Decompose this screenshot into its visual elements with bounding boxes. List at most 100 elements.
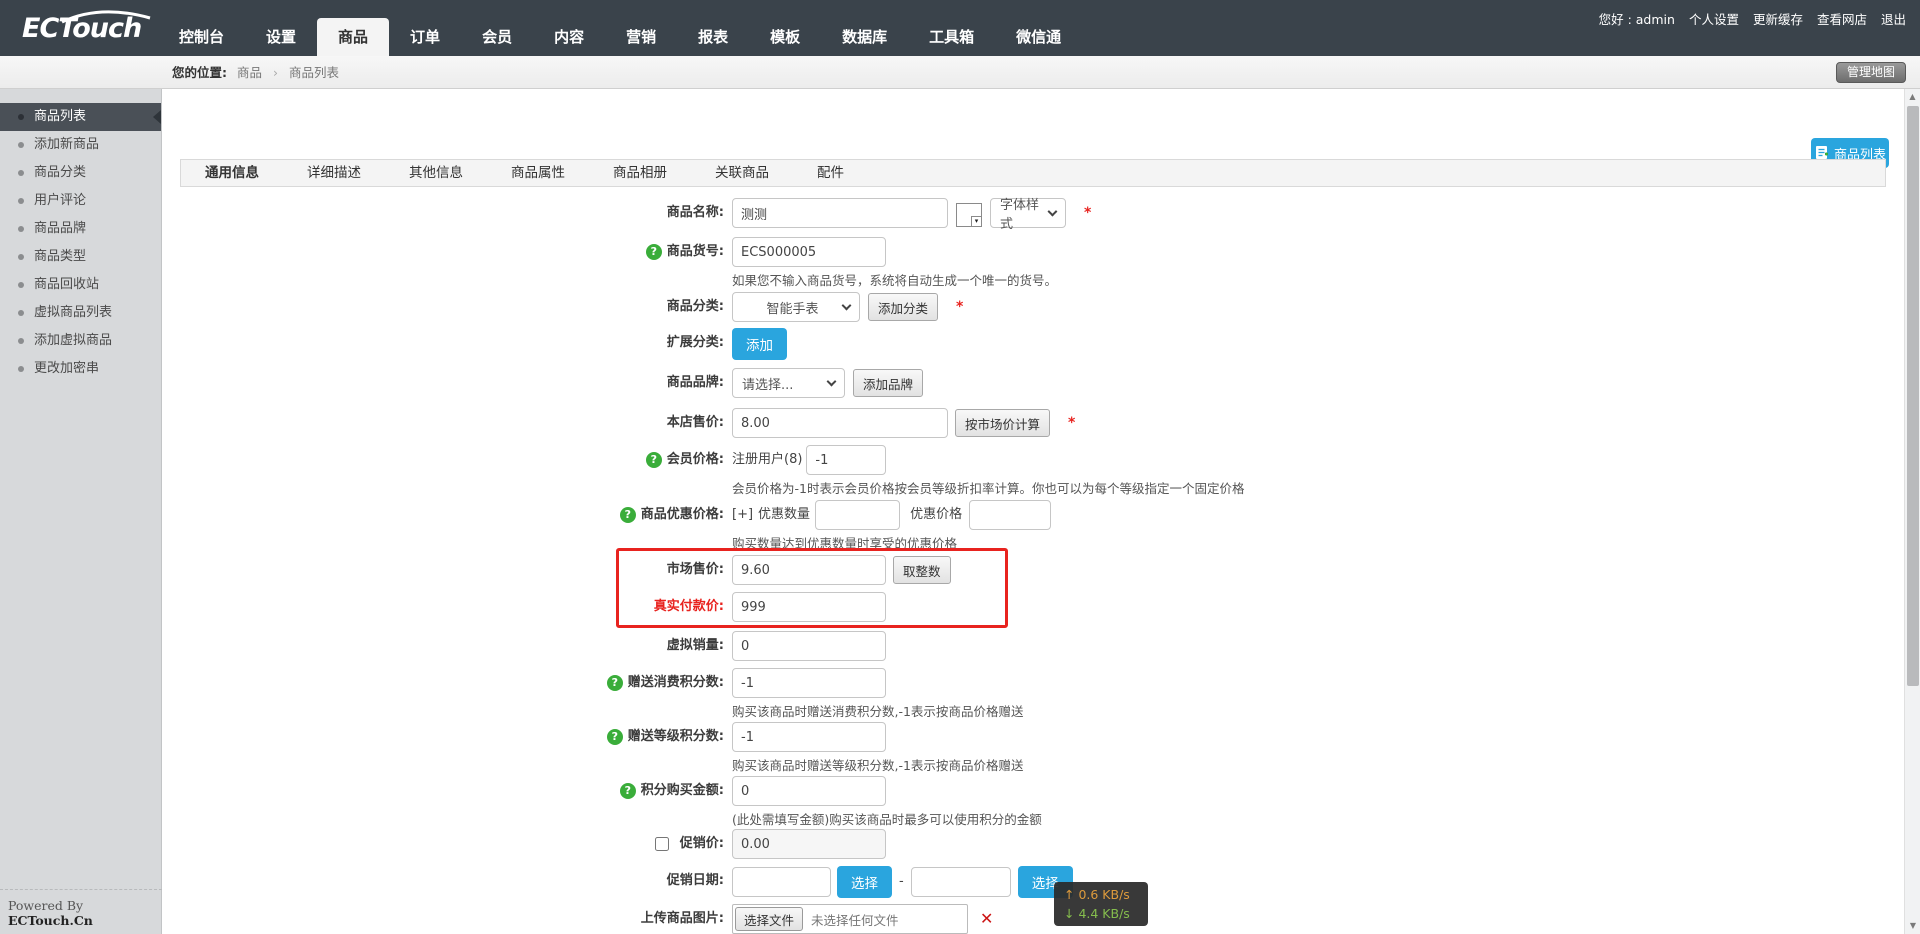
volume-price-input[interactable] [969, 500, 1051, 530]
shop-price-input[interactable] [732, 408, 948, 438]
pick-start-date-button[interactable]: 选择 [837, 866, 892, 898]
give-integral-label: ? 赠送消费积分数: [534, 668, 724, 698]
date-range-separator: - [899, 866, 904, 898]
nav-item-goods[interactable]: 商品 [317, 18, 389, 56]
row-goods-image: 上传商品图片: 选择文件 未选择任何文件 ✕ [534, 904, 993, 934]
breadcrumb: 您的位置: 商品 › 商品列表 [172, 56, 339, 89]
sidebar-item-recycle-bin[interactable]: 商品回收站 [0, 271, 161, 299]
row-promote-date: 促销日期: 选择 - 选择 [534, 866, 1073, 898]
nav-user-area: 您好 : admin 个人设置 更新缓存 查看网店 退出 [1599, 0, 1906, 40]
brand-select[interactable]: 请选择... [732, 368, 845, 398]
sidebar-item-label: 商品品牌 [34, 215, 86, 243]
user-greeting: 您好 : admin [1599, 0, 1675, 40]
chevron-down-icon [842, 300, 852, 310]
link-logout[interactable]: 退出 [1881, 0, 1906, 40]
calc-by-market-price-button[interactable]: 按市场价计算 [955, 409, 1050, 437]
give-integral-input[interactable] [732, 668, 886, 698]
bullet-icon [18, 282, 24, 288]
real-price-input[interactable] [732, 592, 886, 622]
nav-item-marketing[interactable]: 营销 [605, 18, 677, 56]
member-price-input[interactable] [806, 445, 886, 475]
add-category-button[interactable]: 添加分类 [868, 293, 938, 321]
row-ext-category: 扩展分类: 添加 [534, 328, 787, 360]
nav-menu: 控制台 设置 商品 订单 会员 内容 营销 报表 模板 数据库 工具箱 微信通 [158, 0, 1082, 56]
admin-map-button[interactable]: 管理地图 [1836, 62, 1906, 83]
tab-general-info[interactable]: 通用信息 [181, 160, 283, 186]
virtual-sales-input[interactable] [732, 631, 886, 661]
bullet-icon [18, 338, 24, 344]
help-icon[interactable]: ? [607, 729, 623, 745]
volume-plus-label[interactable]: [+] [732, 500, 753, 530]
link-refresh-cache[interactable]: 更新缓存 [1753, 0, 1803, 40]
sidebar-item-add-goods[interactable]: 添加新商品 [0, 131, 161, 159]
goods-image-label: 上传商品图片: [534, 904, 724, 934]
font-style-select[interactable]: 字体样式 [990, 198, 1066, 228]
breadcrumb-prefix: 您的位置: [172, 65, 227, 80]
market-price-input[interactable] [732, 555, 886, 585]
sidebar-item-virtual-goods-list[interactable]: 虚拟商品列表 [0, 299, 161, 327]
promote-end-date-input[interactable] [911, 867, 1011, 897]
tab-goods-gallery[interactable]: 商品相册 [589, 160, 691, 186]
powered-by: Powered By ECTouch.Cn [0, 889, 162, 928]
help-icon[interactable]: ? [620, 507, 636, 523]
tab-detail-description[interactable]: 详细描述 [283, 160, 385, 186]
shop-price-label: 本店售价: [534, 408, 724, 438]
promote-start-date-input[interactable] [732, 867, 831, 897]
scrollbar-thumb[interactable] [1907, 106, 1919, 686]
integral-input[interactable] [732, 776, 886, 806]
required-asterisk: * [1084, 198, 1091, 228]
help-icon[interactable]: ? [620, 783, 636, 799]
promote-price-checkbox[interactable] [655, 837, 669, 851]
help-icon[interactable]: ? [607, 675, 623, 691]
volume-price-note: 购买数量达到优惠数量时享受的优惠价格 [732, 536, 1051, 552]
tab-other-info[interactable]: 其他信息 [385, 160, 487, 186]
sidebar-item-add-virtual-goods[interactable]: 添加虚拟商品 [0, 327, 161, 355]
rank-integral-input[interactable] [732, 722, 886, 752]
vertical-scrollbar[interactable]: ▲ ▼ [1904, 89, 1920, 934]
breadcrumb-section[interactable]: 商品 [237, 65, 262, 80]
sidebar-item-goods-brand[interactable]: 商品品牌 [0, 215, 161, 243]
promote-price-input[interactable] [732, 829, 886, 859]
add-ext-category-button[interactable]: 添加 [732, 328, 787, 360]
goods-sn-input[interactable] [732, 237, 886, 267]
link-personal-settings[interactable]: 个人设置 [1689, 0, 1739, 40]
tab-goods-attributes[interactable]: 商品属性 [487, 160, 589, 186]
choose-file-button[interactable]: 选择文件 [735, 907, 803, 931]
nav-item-database[interactable]: 数据库 [821, 18, 908, 56]
scrollbar-up-arrow-icon[interactable]: ▲ [1905, 89, 1920, 105]
virtual-sales-label: 虚拟销量: [534, 631, 724, 661]
add-brand-button[interactable]: 添加品牌 [853, 369, 923, 397]
member-price-note: 会员价格为-1时表示会员价格按会员等级折扣率计算。你也可以为每个等级指定一个固定… [732, 481, 1244, 497]
nav-item-reports[interactable]: 报表 [677, 18, 749, 56]
tab-accessories[interactable]: 配件 [793, 160, 868, 186]
goods-name-input[interactable] [732, 198, 948, 228]
volume-qty-input[interactable] [815, 500, 900, 530]
scrollbar-down-arrow-icon[interactable]: ▼ [1905, 918, 1920, 934]
nav-item-content[interactable]: 内容 [533, 18, 605, 56]
tab-related-goods[interactable]: 关联商品 [691, 160, 793, 186]
sidebar-item-goods-list[interactable]: 商品列表 [0, 103, 161, 131]
nav-item-members[interactable]: 会员 [461, 18, 533, 56]
goods-image-file-input[interactable]: 选择文件 未选择任何文件 [732, 904, 968, 934]
nav-item-templates[interactable]: 模板 [749, 18, 821, 56]
nav-item-settings[interactable]: 设置 [245, 18, 317, 56]
sidebar-item-user-comments[interactable]: 用户评论 [0, 187, 161, 215]
nav-item-toolbox[interactable]: 工具箱 [908, 18, 995, 56]
no-file-text: 未选择任何文件 [811, 910, 899, 929]
nav-item-orders[interactable]: 订单 [389, 18, 461, 56]
sidebar-item-goods-category[interactable]: 商品分类 [0, 159, 161, 187]
sidebar-item-change-key[interactable]: 更改加密串 [0, 355, 161, 383]
round-number-button[interactable]: 取整数 [893, 556, 951, 584]
help-icon[interactable]: ? [646, 244, 662, 260]
goods-name-label: 商品名称: [534, 198, 724, 228]
nav-item-wechat[interactable]: 微信通 [995, 18, 1082, 56]
help-icon[interactable]: ? [646, 452, 662, 468]
row-virtual-sales: 虚拟销量: [534, 631, 886, 661]
sidebar-item-label: 商品列表 [34, 103, 86, 131]
link-view-shop[interactable]: 查看网店 [1817, 0, 1867, 40]
remove-image-icon[interactable]: ✕ [980, 904, 993, 934]
nav-item-console[interactable]: 控制台 [158, 18, 245, 56]
category-select[interactable]: 智能手表 [732, 292, 860, 322]
color-picker-box[interactable]: ▾ [956, 203, 982, 227]
sidebar-item-goods-type[interactable]: 商品类型 [0, 243, 161, 271]
